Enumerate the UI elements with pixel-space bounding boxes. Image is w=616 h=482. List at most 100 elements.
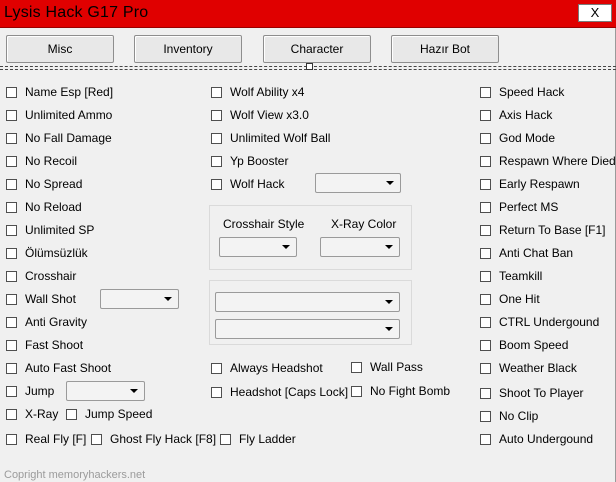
checkbox-box[interactable] <box>66 408 77 420</box>
checkbox-no-fight-bomb[interactable]: No Fight Bomb <box>351 383 450 399</box>
xray-color-dropdown[interactable] <box>320 237 400 257</box>
close-button[interactable]: X <box>578 4 612 22</box>
checkbox-wolf-view[interactable]: Wolf View x3.0 <box>211 107 309 123</box>
checkbox-box[interactable] <box>480 132 491 144</box>
checkbox-box[interactable] <box>6 109 17 121</box>
checkbox-box[interactable] <box>211 155 222 167</box>
checkbox-box[interactable] <box>480 270 491 282</box>
checkbox-box[interactable] <box>480 247 491 259</box>
checkbox-box[interactable] <box>6 339 17 351</box>
checkbox-respawn-where-died[interactable]: Respawn Where Died <box>480 153 616 169</box>
select-dropdown-2[interactable] <box>215 319 400 339</box>
checkbox-box[interactable] <box>211 362 222 374</box>
checkbox-olumsuzluk[interactable]: Ölümsüzlük <box>6 245 88 261</box>
checkbox-one-hit[interactable]: One Hit <box>480 291 540 307</box>
checkbox-box[interactable] <box>6 362 17 374</box>
checkbox-box[interactable] <box>480 224 491 236</box>
checkbox-headshot-caps-lock[interactable]: Headshot [Caps Lock] <box>211 384 348 400</box>
checkbox-no-recoil[interactable]: No Recoil <box>6 153 77 169</box>
tab-character[interactable]: Character <box>263 35 371 63</box>
checkbox-box[interactable] <box>480 410 491 422</box>
checkbox-box[interactable] <box>480 178 491 190</box>
checkbox-box[interactable] <box>211 178 222 190</box>
select-dropdown-1[interactable] <box>215 292 400 312</box>
checkbox-teamkill[interactable]: Teamkill <box>480 268 542 284</box>
checkbox-box[interactable] <box>480 201 491 213</box>
checkbox-shoot-to-player[interactable]: Shoot To Player <box>480 385 584 401</box>
checkbox-crosshair[interactable]: Crosshair <box>6 268 76 284</box>
checkbox-ctrl-undergound[interactable]: CTRL Undergound <box>480 314 599 330</box>
checkbox-weather-black[interactable]: Weather Black <box>480 360 577 376</box>
checkbox-box[interactable] <box>6 385 17 397</box>
checkbox-axis-hack[interactable]: Axis Hack <box>480 107 552 123</box>
checkbox-box[interactable] <box>220 433 231 445</box>
checkbox-box[interactable] <box>211 109 222 121</box>
checkbox-box[interactable] <box>480 339 491 351</box>
wall-shot-dropdown[interactable] <box>100 289 179 309</box>
checkbox-box[interactable] <box>480 109 491 121</box>
checkbox-jump[interactable]: Jump <box>6 383 54 399</box>
checkbox-anti-chat-ban[interactable]: Anti Chat Ban <box>480 245 573 261</box>
checkbox-god-mode[interactable]: God Mode <box>480 130 555 146</box>
checkbox-no-fall-damage[interactable]: No Fall Damage <box>6 130 112 146</box>
checkbox-box[interactable] <box>6 433 17 445</box>
crosshair-style-dropdown[interactable] <box>219 237 297 257</box>
checkbox-box[interactable] <box>6 86 17 98</box>
checkbox-speed-hack[interactable]: Speed Hack <box>480 84 564 100</box>
checkbox-box[interactable] <box>6 132 17 144</box>
checkbox-yp-booster[interactable]: Yp Booster <box>211 153 288 169</box>
checkbox-boom-speed[interactable]: Boom Speed <box>480 337 568 353</box>
checkbox-jump-speed[interactable]: Jump Speed <box>66 406 152 422</box>
checkbox-box[interactable] <box>480 86 491 98</box>
checkbox-no-reload[interactable]: No Reload <box>6 199 82 215</box>
resize-handle[interactable] <box>306 63 313 70</box>
checkbox-unlimited-ammo[interactable]: Unlimited Ammo <box>6 107 112 123</box>
checkbox-box[interactable] <box>6 155 17 167</box>
checkbox-box[interactable] <box>211 386 222 398</box>
checkbox-name-esp[interactable]: Name Esp [Red] <box>6 84 113 100</box>
checkbox-fly-ladder[interactable]: Fly Ladder <box>220 431 296 447</box>
checkbox-box[interactable] <box>6 408 17 420</box>
checkbox-auto-undergound[interactable]: Auto Undergound <box>480 431 593 447</box>
jump-dropdown[interactable] <box>66 381 145 401</box>
checkbox-box[interactable] <box>6 224 17 236</box>
checkbox-no-spread[interactable]: No Spread <box>6 176 82 192</box>
checkbox-always-headshot[interactable]: Always Headshot <box>211 360 323 376</box>
checkbox-box[interactable] <box>351 385 362 397</box>
checkbox-unlimited-sp[interactable]: Unlimited SP <box>6 222 94 238</box>
checkbox-early-respawn[interactable]: Early Respawn <box>480 176 580 192</box>
checkbox-box[interactable] <box>91 433 102 445</box>
checkbox-box[interactable] <box>480 387 491 399</box>
checkbox-wall-shot[interactable]: Wall Shot <box>6 291 76 307</box>
checkbox-box[interactable] <box>6 201 17 213</box>
tab-inventory[interactable]: Inventory <box>134 35 242 63</box>
checkbox-box[interactable] <box>211 86 222 98</box>
checkbox-box[interactable] <box>480 362 491 374</box>
checkbox-box[interactable] <box>351 361 362 373</box>
checkbox-box[interactable] <box>480 316 491 328</box>
checkbox-box[interactable] <box>6 270 17 282</box>
checkbox-box[interactable] <box>6 316 17 328</box>
checkbox-ghost-fly-hack[interactable]: Ghost Fly Hack [F8] <box>91 431 216 447</box>
checkbox-wall-pass[interactable]: Wall Pass <box>351 359 423 375</box>
checkbox-box[interactable] <box>6 293 17 305</box>
checkbox-wolf-ability[interactable]: Wolf Ability x4 <box>211 84 304 100</box>
checkbox-return-to-base[interactable]: Return To Base [F1] <box>480 222 606 238</box>
checkbox-box[interactable] <box>480 155 491 167</box>
checkbox-box[interactable] <box>480 293 491 305</box>
checkbox-box[interactable] <box>480 433 491 445</box>
checkbox-box[interactable] <box>6 178 17 190</box>
checkbox-box[interactable] <box>211 132 222 144</box>
checkbox-auto-fast-shoot[interactable]: Auto Fast Shoot <box>6 360 111 376</box>
tab-misc[interactable]: Misc <box>6 35 114 63</box>
checkbox-fast-shoot[interactable]: Fast Shoot <box>6 337 83 353</box>
checkbox-x-ray[interactable]: X-Ray <box>6 406 58 422</box>
checkbox-real-fly[interactable]: Real Fly [F] <box>6 431 86 447</box>
checkbox-anti-gravity[interactable]: Anti Gravity <box>6 314 87 330</box>
wolf-hack-dropdown[interactable] <box>315 173 401 193</box>
tab-hazir-bot[interactable]: Hazır Bot <box>391 35 499 63</box>
checkbox-perfect-ms[interactable]: Perfect MS <box>480 199 558 215</box>
checkbox-no-clip[interactable]: No Clip <box>480 408 538 424</box>
checkbox-wolf-hack[interactable]: Wolf Hack <box>211 176 284 192</box>
checkbox-unlimited-wolf-ball[interactable]: Unlimited Wolf Ball <box>211 130 330 146</box>
